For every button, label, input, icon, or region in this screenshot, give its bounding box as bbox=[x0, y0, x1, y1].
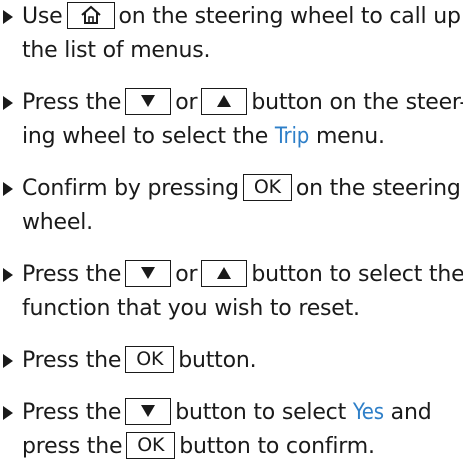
ok-button-key: OK bbox=[125, 345, 175, 373]
step-line: press the OK button to confirm. bbox=[22, 431, 375, 459]
ok-button-key: OK bbox=[126, 431, 176, 459]
step-line: function that you wish to reset. bbox=[22, 296, 360, 321]
home-icon bbox=[80, 5, 101, 24]
instruction-step-1: Use on the steering wheel to call up the … bbox=[0, 0, 463, 68]
down-button-key bbox=[125, 259, 172, 287]
down-button-key bbox=[125, 87, 172, 115]
option-name-yes: Yes bbox=[352, 400, 384, 425]
home-button-key bbox=[66, 1, 115, 29]
bullet-arrow-icon bbox=[3, 10, 13, 24]
bullet-arrow-icon bbox=[3, 182, 13, 196]
step-line: wheel. bbox=[22, 210, 93, 235]
triangle-down-icon bbox=[141, 404, 156, 417]
instruction-step-2: Press the or button on the steer- ing whee… bbox=[0, 86, 463, 154]
step-line: ing wheel to select the Trip menu. bbox=[22, 124, 385, 149]
bullet-arrow-icon bbox=[3, 354, 13, 368]
step-line: Press the or button to select the bbox=[22, 258, 463, 292]
step-line: Press the OK button. bbox=[22, 345, 257, 373]
bullet-arrow-icon bbox=[3, 96, 13, 110]
bullet-arrow-icon bbox=[3, 406, 13, 420]
step-line: Press the or button on the steer- bbox=[22, 86, 463, 120]
down-button-key bbox=[125, 397, 172, 425]
step-line: the list of menus. bbox=[22, 38, 211, 63]
instruction-steps: Use on the steering wheel to call up the … bbox=[0, 0, 463, 464]
triangle-up-icon bbox=[217, 94, 232, 107]
up-button-key bbox=[201, 259, 248, 287]
instruction-step-6: Press the button to select Yes and press … bbox=[0, 396, 463, 464]
step-line: Confirm by pressing OK on the steering bbox=[22, 173, 461, 201]
bullet-arrow-icon bbox=[3, 268, 13, 282]
step-line: Use on the steering wheel to call up bbox=[22, 0, 463, 34]
instruction-step-5: Press the OK button. bbox=[0, 344, 463, 378]
ok-button-key: OK bbox=[242, 173, 292, 201]
instruction-step-4: Press the or button to select the function… bbox=[0, 258, 463, 326]
instruction-step-3: Confirm by pressing OK on the steering whe… bbox=[0, 172, 463, 240]
step-line: Press the button to select Yes and bbox=[22, 396, 463, 430]
up-button-key bbox=[201, 87, 248, 115]
triangle-down-icon bbox=[141, 94, 156, 107]
menu-name-trip: Trip bbox=[274, 124, 310, 149]
triangle-up-icon bbox=[217, 266, 232, 279]
triangle-down-icon bbox=[141, 266, 156, 279]
instruction-page: Use on the steering wheel to call up the … bbox=[0, 0, 463, 459]
